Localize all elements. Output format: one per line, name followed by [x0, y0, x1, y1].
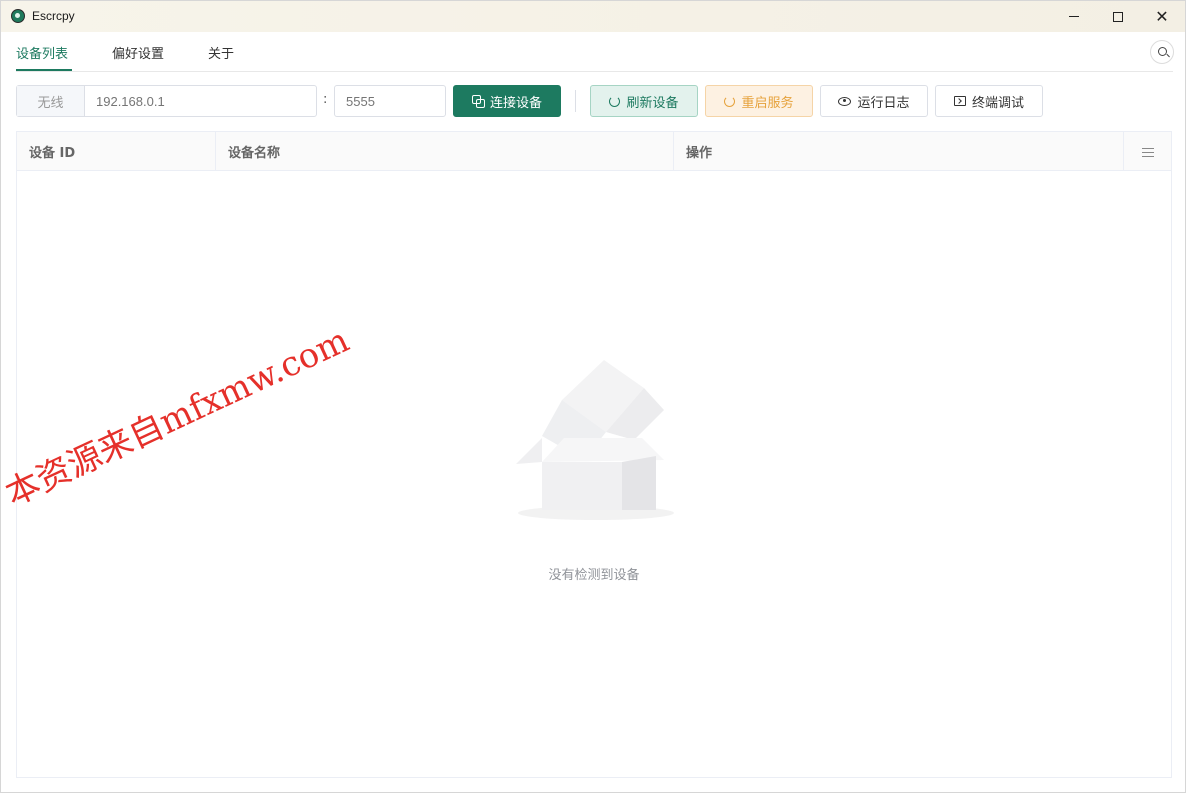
- maximize-icon: [1113, 11, 1123, 22]
- empty-state-text: 没有检测到设备: [548, 568, 640, 583]
- table-header: 设备 ID 设备名称 操作: [17, 132, 1171, 171]
- log-label: 运行日志: [857, 95, 910, 111]
- column-settings-button[interactable]: [1124, 132, 1171, 171]
- search-button[interactable]: [1150, 40, 1174, 64]
- window-title: Escrcpy: [32, 9, 75, 23]
- port-separator: :: [323, 92, 328, 107]
- port-input-group: [334, 85, 446, 117]
- terminal-debug-button[interactable]: 终端调试: [935, 85, 1043, 117]
- tabs-divider: [16, 71, 1173, 72]
- minimize-button[interactable]: [1051, 1, 1097, 32]
- connect-label: 连接设备: [489, 95, 542, 111]
- tab-preferences[interactable]: 偏好设置: [112, 43, 164, 62]
- tab-about[interactable]: 关于: [208, 43, 234, 62]
- terminal-icon: [953, 96, 966, 106]
- title-bar: Escrcpy ✕: [1, 1, 1185, 32]
- terminal-label: 终端调试: [971, 95, 1024, 111]
- connect-device-button[interactable]: 连接设备: [453, 85, 561, 117]
- sliders-icon: [1141, 147, 1154, 157]
- refresh-label: 刷新设备: [626, 95, 679, 111]
- toolbar-divider: [575, 90, 576, 112]
- column-device-name: 设备名称: [216, 132, 674, 171]
- column-actions: 操作: [674, 132, 1124, 171]
- eye-icon: [838, 96, 852, 106]
- tab-device-list[interactable]: 设备列表: [16, 43, 68, 62]
- close-icon: ✕: [1155, 6, 1169, 26]
- port-input[interactable]: [335, 86, 445, 116]
- empty-box-illustration: [516, 360, 674, 520]
- restart-label: 重启服务: [741, 95, 794, 111]
- column-device-id: 设备 ID: [17, 132, 216, 171]
- address-input-group: 无线: [16, 85, 317, 117]
- run-log-button[interactable]: 运行日志: [820, 85, 928, 117]
- refresh-devices-button[interactable]: 刷新设备: [590, 85, 698, 117]
- close-button[interactable]: ✕: [1139, 1, 1185, 32]
- app-window: Escrcpy ✕ 设备列表 偏好设置 关于 无线 : 连接设备 刷新设备 重启…: [0, 0, 1186, 793]
- maximize-button[interactable]: [1095, 1, 1141, 32]
- wireless-prefix: 无线: [17, 86, 85, 116]
- link-icon: [471, 95, 485, 108]
- ip-address-input[interactable]: [85, 86, 315, 116]
- device-table: 设备 ID 设备名称 操作 没有检测到设备: [16, 131, 1172, 778]
- refresh-icon: [609, 95, 621, 107]
- restart-icon: [724, 95, 736, 107]
- restart-service-button[interactable]: 重启服务: [705, 85, 813, 117]
- minimize-icon: [1069, 16, 1079, 17]
- app-logo-icon: [11, 9, 25, 23]
